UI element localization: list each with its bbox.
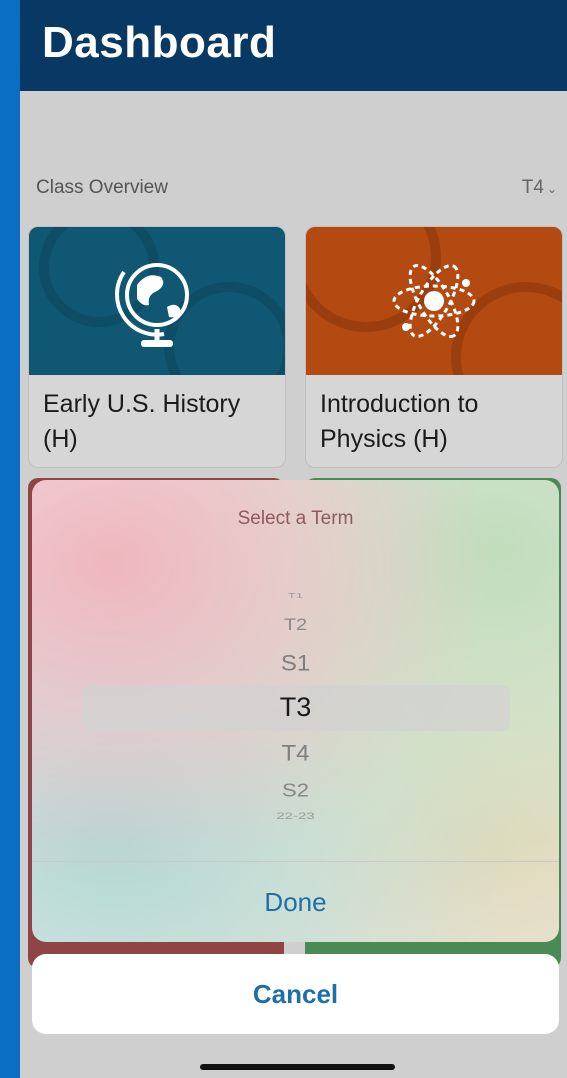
class-card-introduction-to-physics[interactable]: Introduction to Physics (H) [305,226,563,468]
home-indicator[interactable] [200,1064,395,1070]
done-button[interactable]: Done [32,862,559,942]
term-picker-sheet: Select a Term T1 T2 S1 T3 T4 S2 22-23 Do… [32,480,559,942]
class-card-banner [29,227,285,375]
header-bar: Dashboard [20,0,567,91]
chevron-down-icon: ⌄ [546,182,557,196]
cancel-sheet: Cancel [32,954,559,1034]
section-title: Class Overview [36,177,168,198]
class-overview-row: Class Overview T4 ⌄ [20,172,567,204]
picker-title: Select a Term [237,508,354,529]
globe-icon [39,227,285,375]
term-picker-wheel[interactable]: T1 T2 S1 T3 T4 S2 22-23 [32,580,559,840]
page-title: Dashboard [42,18,277,67]
picker-option[interactable]: S2 [32,780,559,801]
term-selector[interactable]: T4 ⌄ [522,177,557,199]
picker-option[interactable]: T4 [32,741,559,767]
atom-icon [306,227,562,375]
picker-option[interactable]: T2 [32,616,559,635]
class-card-early-us-history[interactable]: Early U.S. History (H) [28,226,286,468]
picker-option-selected[interactable]: T3 [32,692,559,723]
term-selector-value: T4 [521,177,544,198]
cancel-button[interactable]: Cancel [32,954,559,1034]
class-card-banner [306,227,562,375]
class-card-label: Early U.S. History (H) [43,390,241,453]
class-card-label: Introduction to Physics (H) [320,390,479,453]
screen: Dashboard Class Overview T4 ⌄ Early U.S. … [20,0,567,1078]
picker-option[interactable]: T1 [32,591,559,599]
picker-option[interactable]: 22-23 [32,811,559,821]
picker-option[interactable]: S1 [32,651,559,677]
